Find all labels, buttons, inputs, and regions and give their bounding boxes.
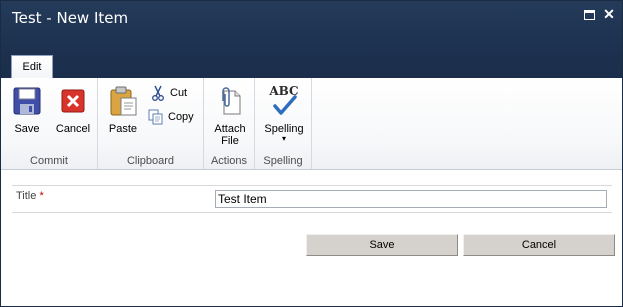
required-marker: * [39,190,44,202]
cut-ribbon-button[interactable]: Cut [150,84,200,102]
attach-file-label-line2: File [221,135,239,147]
form-area: Title * Save Cancel [1,171,622,306]
paperclip-icon [214,85,246,117]
ribbon-group-spelling: ABC Spelling ▾ Spelling [255,78,312,169]
maximize-icon[interactable] [584,10,595,20]
close-icon[interactable]: ✕ [602,4,616,24]
copy-ribbon-button[interactable]: Copy [148,108,200,126]
title-input[interactable] [215,190,607,208]
spellcheck-abc-icon: ABC [268,85,300,117]
divider [12,185,612,186]
save-ribbon-label: Save [14,123,40,135]
cancel-ribbon-button[interactable]: Cancel [53,85,93,135]
paste-ribbon-button[interactable]: Paste [106,85,140,135]
attach-file-ribbon-button[interactable]: Attach File [210,85,250,147]
cancel-ribbon-label: Cancel [55,123,91,135]
group-label-clipboard: Clipboard [126,155,175,167]
cancel-button[interactable]: Cancel [463,234,615,256]
ribbon-group-actions: Attach File Actions [204,78,255,169]
group-label-commit: Commit [30,155,68,167]
tab-edit[interactable]: Edit [11,55,53,79]
scissors-icon [150,85,166,101]
paste-ribbon-label: Paste [108,123,138,135]
attach-file-label-line1: Attach [214,123,246,135]
save-ribbon-button[interactable]: Save [10,85,44,135]
save-button[interactable]: Save [306,234,458,256]
dialog-title: Test - New Item [12,9,129,27]
group-label-spelling: Spelling [263,155,303,167]
copy-ribbon-label: Copy [168,111,194,123]
group-label-actions: Actions [210,155,248,167]
ribbon-group-clipboard: Paste Cut Copy Clipboard [98,78,204,169]
title-field-label: Title * [16,190,44,202]
cut-ribbon-label: Cut [170,87,188,99]
paste-icon [107,85,139,117]
floppy-disk-icon [11,85,43,117]
title-label-text: Title [16,190,37,202]
copy-icon [148,109,164,125]
chevron-down-icon: ▾ [281,134,286,143]
cancel-x-icon [57,85,89,117]
title-bar: Test - New Item ✕ Edit [1,1,622,79]
dialog-window: Test - New Item ✕ Edit Save Cancel Commi… [0,0,623,307]
ribbon-group-commit: Save Cancel Commit [1,78,98,169]
ribbon: Save Cancel Commit Paste Cut Copy Clipbo… [1,78,622,170]
divider [12,212,612,213]
spelling-ribbon-button[interactable]: ABC Spelling ▾ [259,85,309,143]
